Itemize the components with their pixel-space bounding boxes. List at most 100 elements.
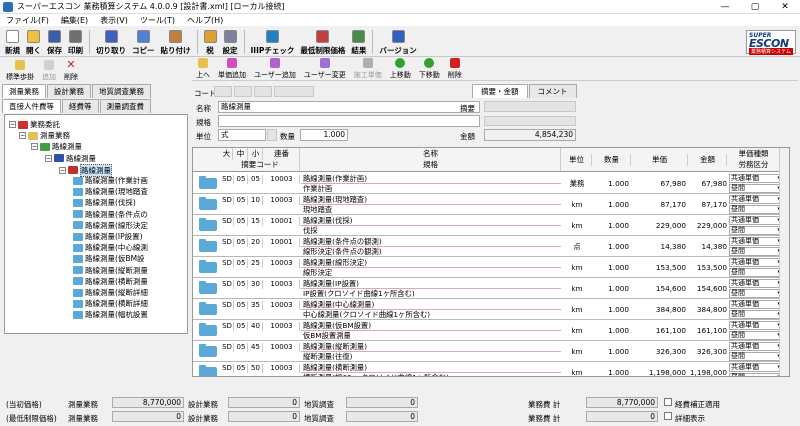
labor-type-select[interactable]: 昼間 bbox=[729, 310, 783, 319]
table-row[interactable]: SD 05 30 10003 路線測量(IP設置) IP設置(クロソイド曲線1ヶ所含む) k… bbox=[193, 278, 789, 299]
toolbar-button-price[interactable]: 最低制限価格 bbox=[297, 28, 348, 56]
table-row[interactable]: SD 05 45 10003 路線測量(縦断測量) 縦断測量(往復) km 1.000 326,… bbox=[193, 341, 789, 362]
collapse-toggle[interactable]: − bbox=[45, 154, 52, 162]
tab-comment[interactable]: コメント bbox=[528, 84, 577, 98]
items-grid[interactable]: 大 中 小 連番 摘要コード 名称 規格 単位 数量 単価 金額 単価種類 労務… bbox=[192, 147, 790, 377]
labor-type-select[interactable]: 昼間 bbox=[729, 247, 783, 256]
tree-node[interactable]: 路線測量(線形決定 bbox=[73, 220, 148, 231]
price-type-select[interactable]: 共通単価 bbox=[729, 321, 783, 330]
code-field-3[interactable] bbox=[254, 86, 272, 97]
detail-button-move-down[interactable]: 下移動 bbox=[415, 58, 444, 80]
toolbar-button-settings[interactable]: 設定 bbox=[220, 28, 241, 56]
labor-type-select[interactable]: 昼間 bbox=[729, 268, 783, 277]
labor-type-select[interactable]: 昼間 bbox=[729, 331, 783, 340]
toolbar-button-open[interactable]: 開く bbox=[23, 28, 44, 56]
maximize-button[interactable]: ▢ bbox=[740, 0, 770, 14]
detail-button-delete[interactable]: 削除 bbox=[444, 58, 466, 80]
table-row[interactable]: SD 05 20 10001 路線測量(条件点の観測) 線形決定(条件点の観測) 点 1.00… bbox=[193, 236, 789, 257]
table-row[interactable]: SD 05 40 10003 路線測量(仮BM設置) 仮BM設置測量 km 1.000 161,… bbox=[193, 320, 789, 341]
tree-node[interactable]: 路線測量(条件点の bbox=[73, 209, 148, 220]
price-type-select[interactable]: 共通単価 bbox=[729, 195, 783, 204]
tab-survey-costs[interactable]: 測量調査費 bbox=[99, 99, 151, 113]
tree-node[interactable]: 路線測量(幅杭設置 bbox=[73, 309, 148, 320]
price-type-select[interactable]: 共通単価 bbox=[729, 258, 783, 267]
vertical-scrollbar[interactable] bbox=[779, 148, 789, 376]
spec-input[interactable] bbox=[218, 115, 480, 127]
code-field-4[interactable] bbox=[274, 86, 314, 97]
tab-summary-amount[interactable]: 摘要・金額 bbox=[472, 84, 528, 98]
qty-input[interactable]: 1.000 bbox=[300, 129, 348, 141]
toolbar-button-paste[interactable]: 貼り付け bbox=[158, 28, 194, 56]
tree-node[interactable]: 路線測量(IP設置) bbox=[73, 231, 143, 242]
detail-button-move-up[interactable]: 上移動 bbox=[386, 58, 415, 80]
table-row[interactable]: SD 05 25 10003 路線測量(線形決定) 線形決定 km 1.000 153,500 1… bbox=[193, 257, 789, 278]
collapse-toggle[interactable]: − bbox=[31, 143, 38, 151]
tree-node[interactable]: 路線測量(伐採) bbox=[73, 197, 136, 208]
toolbar-button-copy[interactable]: コピー bbox=[129, 28, 158, 56]
toolbar-button-tax[interactable]: 税 bbox=[201, 28, 220, 56]
detail-button-up[interactable]: 上へ bbox=[192, 58, 214, 80]
toolbar-button-save[interactable]: 保存 bbox=[44, 28, 65, 56]
collapse-toggle[interactable]: − bbox=[9, 121, 16, 128]
code-field-1[interactable] bbox=[214, 86, 232, 97]
close-button[interactable]: ✕ bbox=[770, 0, 800, 14]
tree-node[interactable]: − 路線測量 bbox=[31, 141, 82, 152]
tree-view[interactable]: − 業務委託 − 測量業務 − 路線測量 − 路線測量 − 路線測量 路線測量(作業計画 路線測量(現… bbox=[4, 114, 188, 334]
menu-edit[interactable]: 編集(E) bbox=[55, 15, 94, 26]
toolbar-button-result[interactable]: 結果 bbox=[348, 28, 369, 56]
tree-node[interactable]: 路線測量(現地踏査 bbox=[73, 186, 148, 197]
menu-tools[interactable]: ツール(T) bbox=[134, 15, 181, 26]
add-button[interactable]: 追加 bbox=[38, 60, 60, 82]
tree-node[interactable]: − 業務委託 bbox=[9, 119, 60, 130]
tree-node[interactable]: 路線測量(縦断測量 bbox=[73, 265, 148, 276]
toolbar-button-check[interactable]: IIIPチェック bbox=[248, 28, 298, 56]
detail-display-checkbox[interactable] bbox=[664, 412, 672, 420]
delete-button[interactable]: ✕ 削除 bbox=[60, 59, 82, 82]
tree-node[interactable]: 路線測量(縦断詳細 bbox=[73, 287, 148, 298]
price-type-select[interactable]: 共通単価 bbox=[729, 363, 783, 372]
minimize-button[interactable]: — bbox=[710, 0, 740, 14]
tree-node[interactable]: 路線測量(作業計画 bbox=[73, 175, 148, 186]
labor-type-select[interactable]: 昼間 bbox=[729, 373, 783, 376]
toolbar-button-help[interactable]: バージョン bbox=[376, 28, 419, 56]
tab-expenses[interactable]: 経費等 bbox=[62, 99, 99, 113]
toolbar-button-cut[interactable]: 切り取り bbox=[93, 28, 129, 56]
tab-design[interactable]: 設計業務 bbox=[47, 84, 91, 98]
tree-node[interactable]: 路線測量(横断詳細 bbox=[73, 298, 148, 309]
standard-button[interactable]: 標準歩掛 bbox=[2, 60, 38, 82]
menu-view[interactable]: 表示(V) bbox=[94, 15, 134, 26]
collapse-toggle[interactable]: − bbox=[59, 166, 66, 174]
price-type-select[interactable]: 共通単価 bbox=[729, 237, 783, 246]
summary-field[interactable] bbox=[484, 101, 576, 112]
collapse-toggle[interactable]: − bbox=[19, 132, 26, 140]
unit-input[interactable]: 式 bbox=[218, 129, 266, 141]
table-row[interactable]: SD 05 35 10003 路線測量(中心線測量) 中心線測量(クロソイド曲線1ヶ所含む… bbox=[193, 299, 789, 320]
code-field-2[interactable] bbox=[234, 86, 252, 97]
tab-direct-labor[interactable]: 直接人件費等 bbox=[2, 99, 61, 113]
name-input[interactable]: 路線測量 bbox=[218, 101, 480, 113]
price-type-select[interactable]: 共通単価 bbox=[729, 216, 783, 225]
tree-node[interactable]: 路線測量(仮BM設 bbox=[73, 253, 145, 264]
tab-survey[interactable]: 測量業務 bbox=[2, 84, 46, 98]
toolbar-button-new[interactable]: 新規 bbox=[2, 28, 23, 56]
labor-type-select[interactable]: 昼間 bbox=[729, 289, 783, 298]
tree-node[interactable]: − 測量業務 bbox=[19, 130, 70, 141]
detail-button-add-price[interactable]: 単価追加 bbox=[214, 58, 250, 80]
table-row[interactable]: SD 05 10 10003 路線測量(現地踏査) 現地踏査 km 1.000 87,170 87… bbox=[193, 194, 789, 215]
tree-node[interactable]: − 路線測量 bbox=[45, 153, 96, 164]
price-type-select[interactable]: 共通単価 bbox=[729, 174, 783, 183]
price-type-select[interactable]: 共通単価 bbox=[729, 342, 783, 351]
labor-type-select[interactable]: 昼間 bbox=[729, 205, 783, 214]
tab-geology[interactable]: 地質調査業務 bbox=[92, 84, 151, 98]
tree-node[interactable]: 路線測量(横断測量 bbox=[73, 276, 148, 287]
detail-button-user-edit[interactable]: ユーザー変更 bbox=[300, 58, 350, 80]
labor-type-select[interactable]: 昼間 bbox=[729, 226, 783, 235]
toolbar-button-print[interactable]: 印刷 bbox=[65, 28, 86, 56]
tree-node[interactable]: 路線測量(中心線測 bbox=[73, 242, 148, 253]
expense-correction-checkbox[interactable] bbox=[664, 398, 672, 406]
detail-button-user-add[interactable]: ユーザー追加 bbox=[250, 58, 300, 80]
menu-help[interactable]: ヘルプ(H) bbox=[181, 15, 229, 26]
table-row[interactable]: SD 05 05 10003 路線測量(作業計画) 作業計画 業務 1.000 67,980 67… bbox=[193, 173, 789, 194]
menu-file[interactable]: ファイル(F) bbox=[0, 15, 55, 26]
table-row[interactable]: SD055010003路線測量(横断測量)横断測量(幅60m クロソイド曲線1ヶ… bbox=[193, 362, 789, 376]
